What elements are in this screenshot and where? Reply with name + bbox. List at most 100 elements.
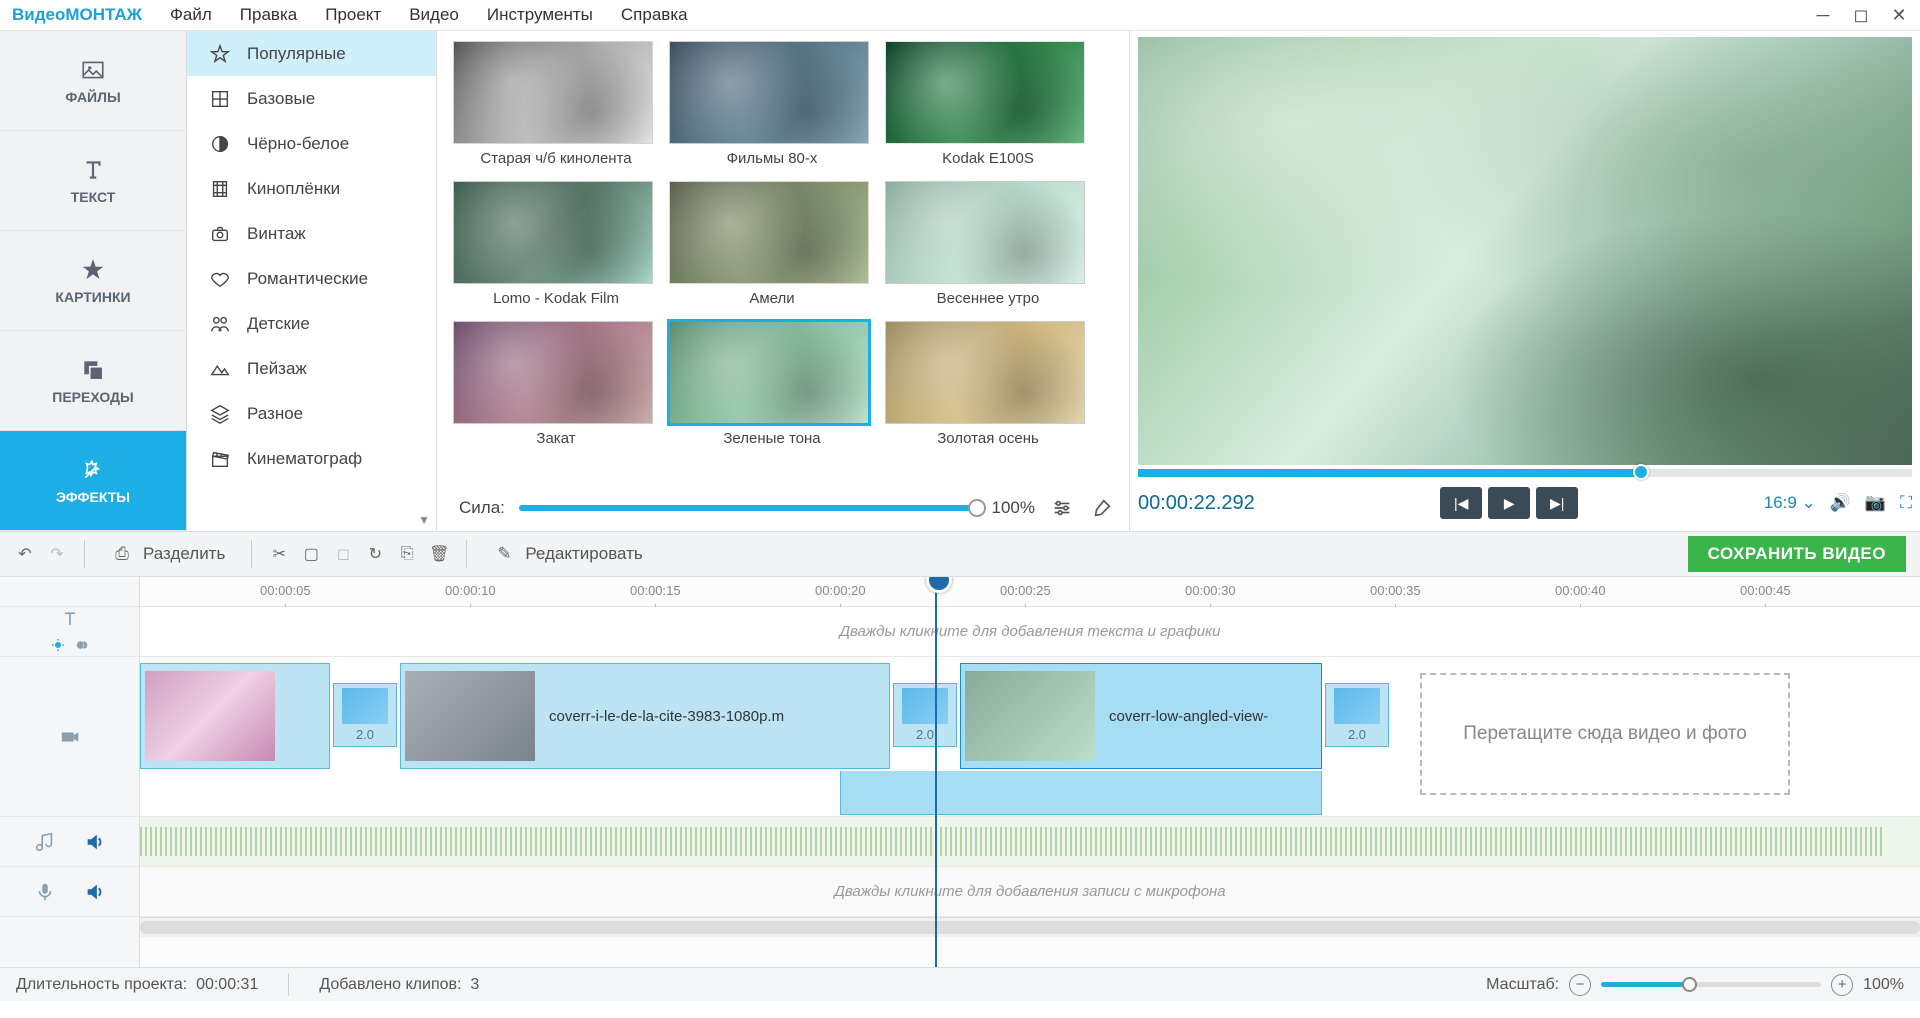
menu-help[interactable]: Справка [621, 5, 688, 25]
effect-item[interactable]: Фильмы 80-х [669, 41, 875, 169]
transition-3[interactable]: 2.0 [1325, 683, 1389, 747]
sidebar-label-pictures: КАРТИНКИ [55, 289, 130, 305]
split-button[interactable]: ⎙ Разделить [101, 539, 235, 569]
replace-icon[interactable]: ⎘ [396, 543, 418, 565]
menu-video[interactable]: Видео [409, 5, 459, 25]
cut-icon[interactable]: ✂ [268, 543, 290, 565]
menu-tools[interactable]: Инструменты [487, 5, 593, 25]
category-item[interactable]: Базовые [187, 76, 436, 121]
camera-icon [209, 223, 231, 245]
zoom-out-button[interactable]: − [1569, 974, 1591, 996]
sidebar-item-transitions[interactable]: ПЕРЕХОДЫ [0, 331, 186, 431]
brush-icon[interactable] [1089, 495, 1115, 521]
video-track[interactable]: 2.0 coverr-i-le-de-la-cite-3983-1080p.m … [140, 657, 1920, 817]
timeline-tracks[interactable]: 00:00:0500:00:1000:00:1500:00:2000:00:25… [140, 577, 1920, 967]
effect-item[interactable]: Старая ч/б кинолента [453, 41, 659, 169]
clips-count: Добавлено клипов: 3 [319, 976, 479, 994]
transition-2[interactable]: 2.0 [893, 683, 957, 747]
menu-project[interactable]: Проект [325, 5, 381, 25]
category-panel: ПопулярныеБазовыеЧёрно-белоеКиноплёнкиВи… [187, 31, 437, 531]
copy-icon [80, 357, 106, 383]
delete-icon[interactable]: 🗑 [428, 543, 450, 565]
video-clip-2[interactable]: coverr-i-le-de-la-cite-3983-1080p.m [400, 663, 890, 769]
prev-button[interactable]: |◀ [1440, 487, 1482, 519]
effect-item[interactable]: Kodak E100S [885, 41, 1091, 169]
volume-icon[interactable]: 🔊 [1830, 493, 1851, 513]
effect-label: Lomo - Kodak Film [453, 284, 659, 309]
rotate-icon[interactable]: ↻ [364, 543, 386, 565]
maximize-icon[interactable]: ◻ [1852, 5, 1870, 26]
category-item[interactable]: Разное [187, 391, 436, 436]
fullscreen-icon[interactable]: ⛶ [1900, 493, 1912, 513]
preview-progress[interactable] [1138, 469, 1912, 477]
timeline-ruler[interactable]: 00:00:0500:00:1000:00:1500:00:2000:00:25… [140, 577, 1920, 607]
save-video-button[interactable]: СОХРАНИТЬ ВИДЕО [1688, 536, 1906, 572]
zoom-value: 100% [1863, 976, 1904, 994]
zoom-slider[interactable] [1601, 982, 1821, 987]
redo-icon[interactable]: ↷ [46, 543, 68, 565]
effect-item[interactable]: Зеленые тона [669, 321, 875, 449]
ruler-tick: 00:00:40 [1555, 583, 1606, 598]
minimize-icon[interactable]: ─ [1814, 5, 1832, 26]
category-item[interactable]: Чёрно-белое [187, 121, 436, 166]
video-clip-1[interactable] [140, 663, 330, 769]
effect-label: Весеннее утро [885, 284, 1091, 309]
resize-icon[interactable]: ◻ [332, 543, 354, 565]
category-item[interactable]: Киноплёнки [187, 166, 436, 211]
effect-item[interactable]: Lomo - Kodak Film [453, 181, 659, 309]
settings-icon[interactable] [1049, 495, 1075, 521]
sidebar-item-text[interactable]: ТЕКСТ [0, 131, 186, 231]
menu-file[interactable]: Файл [170, 5, 212, 25]
track-header-text[interactable] [0, 607, 139, 657]
timeline-scrollbar[interactable] [140, 917, 1920, 937]
menu-edit[interactable]: Правка [240, 5, 297, 25]
transition-1[interactable]: 2.0 [333, 683, 397, 747]
playhead[interactable] [935, 577, 937, 967]
audio-track[interactable] [140, 817, 1920, 867]
track-header-mic[interactable] [0, 867, 139, 917]
sidebar-item-effects[interactable]: ЭФФЕКТЫ [0, 431, 186, 531]
track-header-video[interactable] [0, 657, 139, 817]
sidebar-item-pictures[interactable]: КАРТИНКИ [0, 231, 186, 331]
snapshot-icon[interactable]: 📷 [1865, 493, 1886, 513]
edit-button[interactable]: ✎ Редактировать [483, 539, 652, 569]
undo-icon[interactable]: ↶ [14, 543, 36, 565]
category-item[interactable]: Популярные [187, 31, 436, 76]
scroll-down-icon[interactable]: ▼ [418, 513, 430, 527]
text-track-icon [60, 608, 80, 630]
zoom-in-button[interactable]: + [1831, 974, 1853, 996]
effects-grid[interactable]: Старая ч/б кинолентаФильмы 80-хKodak E10… [453, 41, 1121, 483]
mic-track[interactable]: Дважды кликните для добавления записи с … [140, 867, 1920, 917]
effect-item[interactable]: Золотая осень [885, 321, 1091, 449]
category-item[interactable]: Кинематограф [187, 436, 436, 481]
crop-icon[interactable]: ▢ [300, 543, 322, 565]
play-button[interactable]: ▶ [1488, 487, 1530, 519]
preview-image [1138, 37, 1912, 465]
timeline: 00:00:0500:00:1000:00:1500:00:2000:00:25… [0, 577, 1920, 967]
app-brand: ВидеоМОНТАЖ [12, 5, 142, 25]
zoom-control: Масштаб: − + 100% [1486, 974, 1904, 996]
close-icon[interactable]: ✕ [1890, 5, 1908, 26]
star-icon [209, 43, 231, 65]
video-dropzone[interactable]: Перетащите сюда видео и фото [1420, 673, 1790, 795]
preview-controls: 00:00:22.292 |◀ ▶ ▶| 16:9 ⌄ 🔊 📷 ⛶ [1138, 483, 1912, 523]
grid-icon [209, 88, 231, 110]
sidebar-item-files[interactable]: ФАЙЛЫ [0, 31, 186, 131]
video-clip-3-ext[interactable] [840, 771, 1322, 815]
category-item[interactable]: Детские [187, 301, 436, 346]
effect-item[interactable]: Весеннее утро [885, 181, 1091, 309]
category-item[interactable]: Романтические [187, 256, 436, 301]
next-button[interactable]: ▶| [1536, 487, 1578, 519]
music-track-icon [34, 831, 56, 853]
category-item[interactable]: Пейзаж [187, 346, 436, 391]
aspect-ratio-select[interactable]: 16:9 ⌄ [1764, 493, 1816, 513]
effect-label: Золотая осень [885, 424, 1091, 449]
effect-item[interactable]: Амели [669, 181, 875, 309]
category-item[interactable]: Винтаж [187, 211, 436, 256]
video-clip-3[interactable]: coverr-low-angled-view- [960, 663, 1322, 769]
strength-slider[interactable] [519, 505, 978, 511]
speaker-icon [84, 881, 106, 903]
text-track[interactable]: Дважды кликните для добавления текста и … [140, 607, 1920, 657]
track-header-audio[interactable] [0, 817, 139, 867]
effect-item[interactable]: Закат [453, 321, 659, 449]
